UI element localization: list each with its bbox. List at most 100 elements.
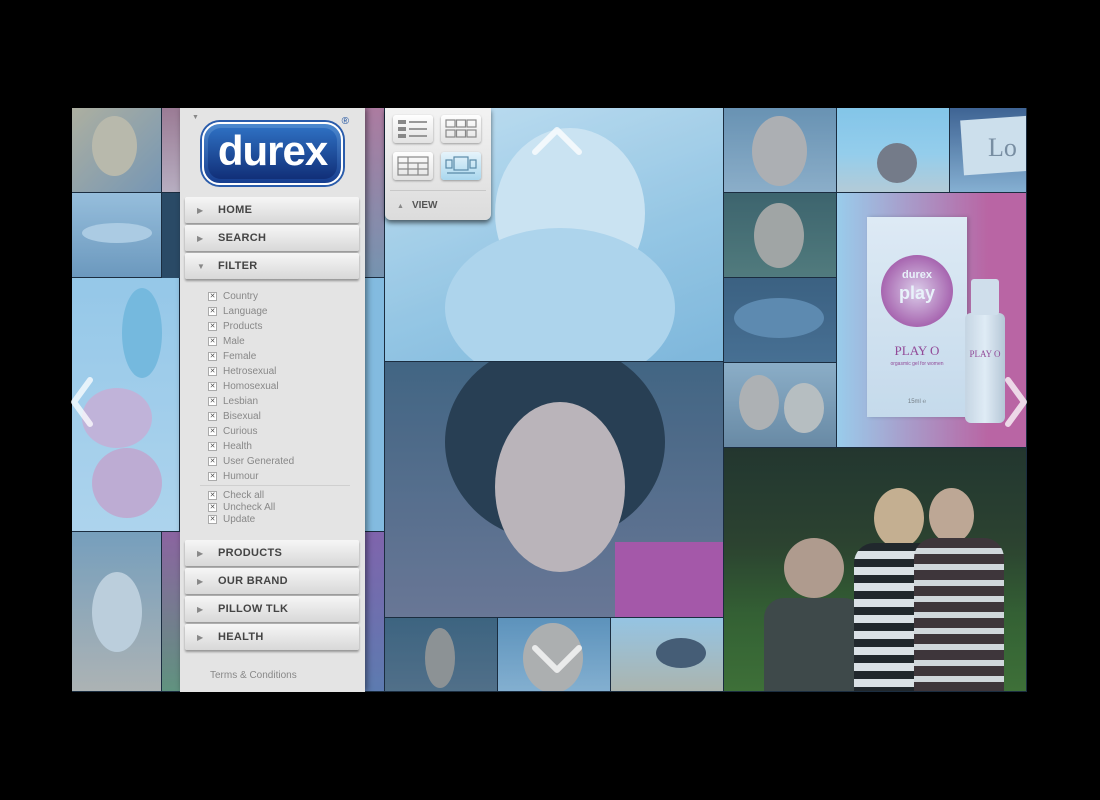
nav-pillow-tlk-label: PILLOW TLK — [218, 603, 289, 615]
nav-home-button[interactable]: ▶ HOME — [185, 197, 359, 223]
filter-option[interactable]: ✕ Country — [208, 289, 258, 303]
checkbox-icon[interactable]: ✕ — [208, 336, 217, 346]
filter-option-label: Female — [223, 350, 257, 362]
filter-option[interactable]: ✕ Female — [208, 349, 256, 363]
filter-option[interactable]: ✕ Curious — [208, 424, 257, 438]
grid-view-icon — [445, 119, 477, 138]
photo-tile-woman-glasses[interactable] — [724, 108, 837, 193]
chevron-right-icon: ▶ — [197, 604, 204, 614]
filter-option-label: Curious — [223, 425, 258, 437]
nav-our-brand-label: OUR BRAND — [218, 575, 288, 587]
list-view-icon — [398, 120, 427, 138]
durex-logo[interactable]: durex ® — [202, 116, 349, 185]
chevron-right-icon: ▶ — [197, 205, 204, 215]
photo-tile-man-guitar[interactable] — [385, 618, 498, 692]
photo-tile-product-device[interactable] — [72, 193, 162, 278]
photo-tile-group-park[interactable] — [724, 448, 1027, 692]
photo-tile-note-love[interactable]: Lo — [950, 108, 1027, 193]
checkbox-icon[interactable]: ✕ — [208, 321, 217, 331]
photo-tile-beach-bikini[interactable] — [611, 618, 724, 692]
filter-option[interactable]: ✕ Hetrosexual — [208, 364, 276, 378]
filter-action[interactable]: ✕ Update — [208, 513, 255, 525]
photo-tile-woman-finger[interactable] — [72, 108, 162, 193]
nav-products-label: PRODUCTS — [218, 547, 283, 559]
gallery-view-icon — [445, 156, 477, 174]
filter-divider — [200, 485, 350, 486]
nav-filter-label: FILTER — [218, 260, 258, 272]
nav-health-button[interactable]: ▶ HEALTH — [185, 624, 359, 650]
nav-filter-button[interactable]: ▼ FILTER — [185, 253, 359, 279]
filter-option[interactable]: ✕ Language — [208, 304, 268, 318]
chevron-right-icon: ▶ — [197, 233, 204, 243]
scroll-left-icon[interactable] — [70, 376, 94, 428]
photo-tile-strip-1[interactable] — [365, 108, 385, 278]
view-toggle[interactable]: ▲ VIEW — [397, 200, 438, 211]
photo-tile-candle[interactable] — [162, 108, 182, 193]
chevron-right-icon: ▶ — [197, 632, 204, 642]
filter-action-label: Check all — [223, 489, 265, 501]
view-panel: ▲ VIEW — [385, 108, 491, 220]
filter-action[interactable]: ✕ Check all — [208, 489, 264, 501]
checkbox-icon[interactable]: ✕ — [208, 471, 217, 481]
list-view-button[interactable] — [393, 115, 433, 143]
filter-option[interactable]: ✕ Humour — [208, 469, 259, 483]
registered-mark: ® — [341, 116, 349, 127]
filter-option-label: User Generated — [223, 455, 295, 467]
gallery-view-button[interactable] — [441, 152, 481, 180]
checkbox-icon[interactable]: ✕ — [208, 351, 217, 361]
terms-link[interactable]: Terms & Conditions — [210, 670, 297, 681]
table-view-button[interactable] — [393, 152, 433, 180]
filter-option[interactable]: ✕ Health — [208, 439, 252, 453]
photo-tile-blue-object[interactable] — [724, 278, 837, 363]
nav-our-brand-button[interactable]: ▶ OUR BRAND — [185, 568, 359, 594]
filter-option-label: Country — [223, 290, 259, 302]
photo-tile-purple[interactable] — [162, 532, 182, 692]
photo-tile-couple-beach[interactable] — [837, 108, 950, 193]
checkbox-icon[interactable]: ✕ — [208, 514, 217, 524]
nav-pillow-tlk-button[interactable]: ▶ PILLOW TLK — [185, 596, 359, 622]
checkbox-icon[interactable]: ✕ — [208, 306, 217, 316]
photo-tile-durex-play-product[interactable]: durex play PLAY O orgasmic gel for women… — [837, 193, 1027, 448]
filter-option-label: Bisexual — [223, 410, 261, 422]
table-view-icon — [397, 156, 429, 176]
checkbox-icon[interactable]: ✕ — [208, 441, 217, 451]
checkbox-icon[interactable]: ✕ — [208, 381, 217, 391]
checkbox-icon[interactable]: ✕ — [208, 502, 217, 512]
checkbox-icon[interactable]: ✕ — [208, 396, 217, 406]
filter-action[interactable]: ✕ Uncheck All — [208, 501, 275, 513]
filter-option[interactable]: ✕ User Generated — [208, 454, 294, 468]
photo-tile-dark-haired-woman[interactable] — [385, 362, 724, 618]
nav-products-button[interactable]: ▶ PRODUCTS — [185, 540, 359, 566]
collapse-arrow-icon[interactable]: ▼ — [192, 114, 199, 121]
checkbox-icon[interactable]: ✕ — [208, 411, 217, 421]
filter-option[interactable]: ✕ Lesbian — [208, 394, 258, 408]
filter-option-label: Health — [223, 440, 252, 452]
scroll-right-icon[interactable] — [1004, 376, 1028, 428]
filter-option-label: Homosexual — [223, 380, 279, 392]
filter-option-label: Products — [223, 320, 263, 332]
checkbox-icon[interactable]: ✕ — [208, 456, 217, 466]
filter-option[interactable]: ✕ Homosexual — [208, 379, 279, 393]
photo-tile-strip-2[interactable] — [365, 278, 385, 532]
filter-action-label: Uncheck All — [223, 501, 276, 513]
photo-tile-elderly-couple[interactable] — [724, 363, 837, 448]
photo-tile-redhead-woman[interactable] — [724, 193, 837, 278]
grid-view-button[interactable] — [441, 115, 481, 143]
scroll-down-icon[interactable] — [531, 644, 583, 676]
filter-option[interactable]: ✕ Products — [208, 319, 262, 333]
checkbox-icon[interactable]: ✕ — [208, 291, 217, 301]
checkbox-icon[interactable]: ✕ — [208, 490, 217, 500]
checkbox-icon[interactable]: ✕ — [208, 426, 217, 436]
filter-option[interactable]: ✕ Male — [208, 334, 245, 348]
scroll-up-icon[interactable] — [531, 124, 583, 156]
photo-tile-woman-stretching[interactable] — [72, 532, 162, 692]
chevron-right-icon: ▶ — [197, 548, 204, 558]
filter-option-label: Language — [223, 305, 268, 317]
nav-health-label: HEALTH — [218, 631, 264, 643]
filter-option[interactable]: ✕ Bisexual — [208, 409, 261, 423]
checkbox-icon[interactable]: ✕ — [208, 366, 217, 376]
nav-search-button[interactable]: ▶ SEARCH — [185, 225, 359, 251]
filter-option-label: Humour — [223, 470, 259, 482]
view-divider — [390, 190, 486, 191]
photo-tile-strip-3[interactable] — [365, 532, 385, 692]
